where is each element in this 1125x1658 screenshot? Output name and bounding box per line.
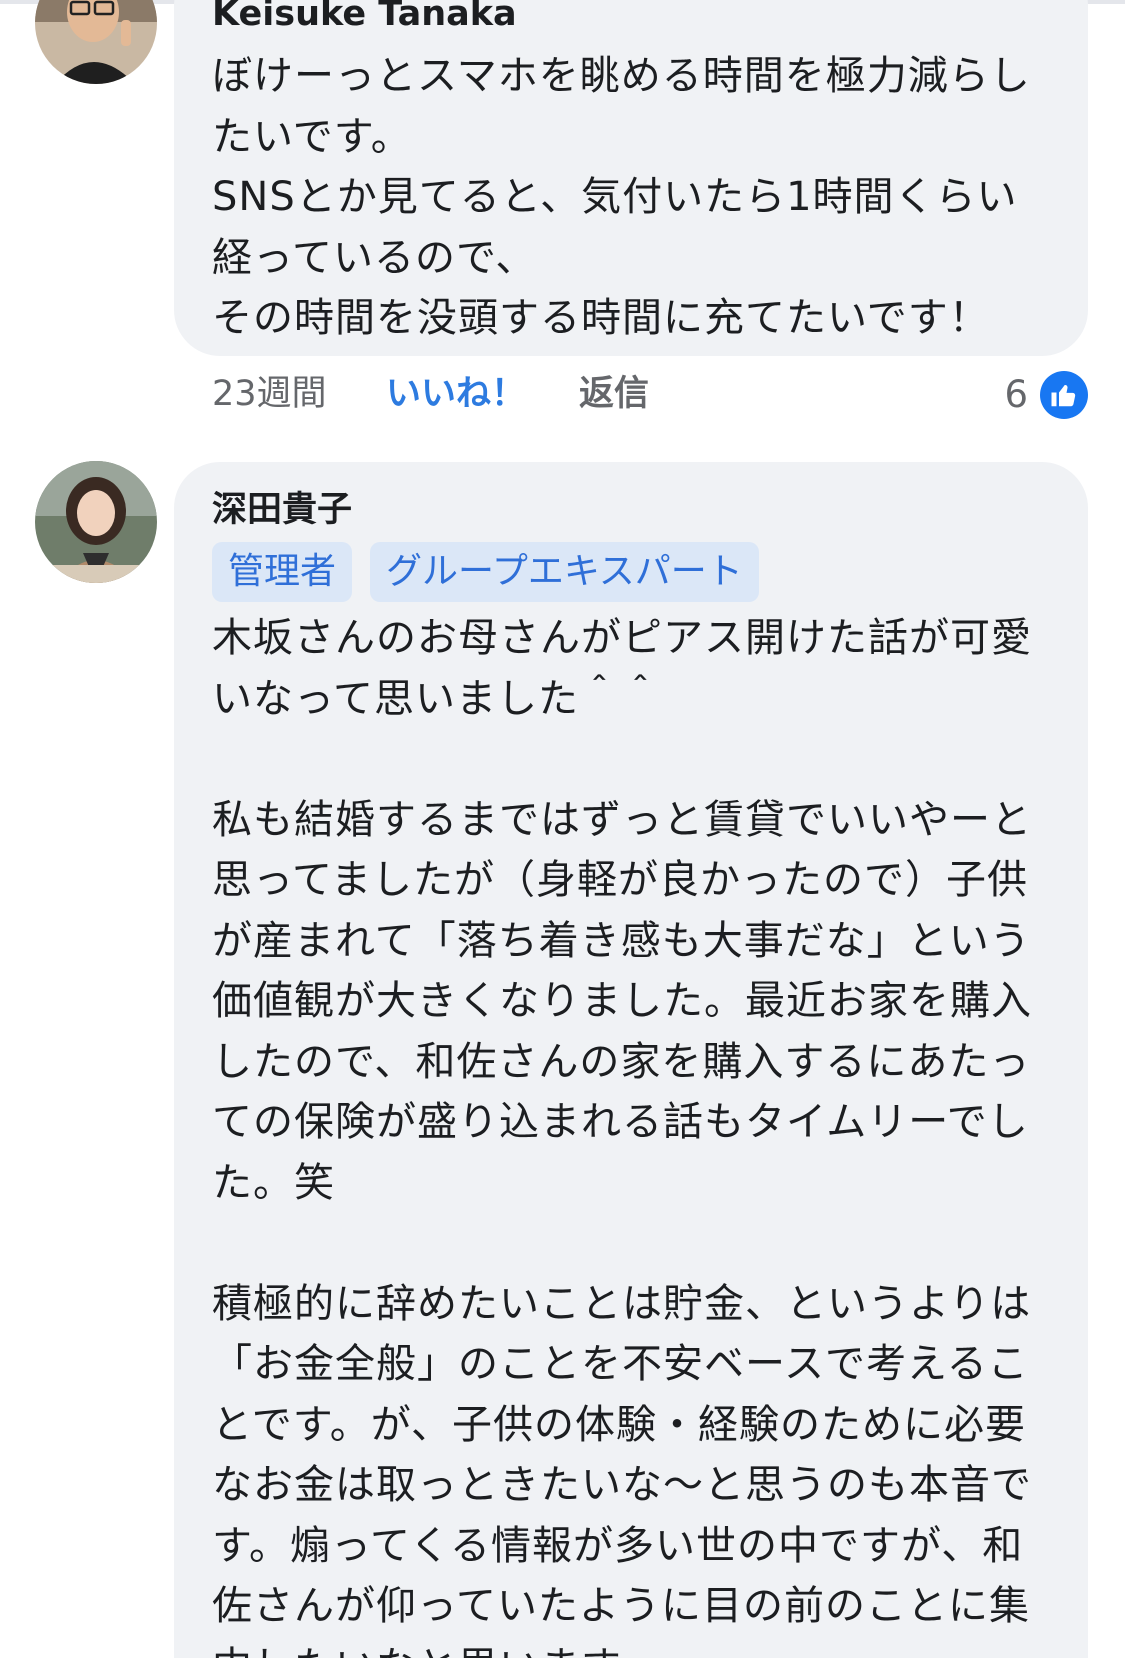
comment-text: ぼけーっとスマホを眺める時間を極力減らしたいです。 SNSとか見てると、気付いた… bbox=[212, 53, 1031, 341]
like-button[interactable]: いいね！ bbox=[386, 362, 526, 426]
author-badges: 管理者 グループエキスパート bbox=[212, 542, 1050, 602]
profile-photo bbox=[35, 461, 157, 583]
comment-actions: 23週間 いいね！ 返信 6 bbox=[212, 362, 1088, 426]
comment-thread: Keisuke Tanaka ぼけーっとスマホを眺める時間を極力減らしたいです。… bbox=[0, 0, 1125, 1658]
admin-badge[interactable]: 管理者 bbox=[212, 542, 353, 602]
comment-text: 木坂さんのお母さんがピアス開けた話が可愛いなって思いました＾＾ 私も結婚するまで… bbox=[212, 615, 1032, 1658]
comment-timestamp[interactable]: 23週間 bbox=[212, 362, 327, 426]
comment-bubble: 深田貴子 管理者 グループエキスパート 木坂さんのお母さんがピアス開けた話が可愛… bbox=[174, 462, 1088, 1658]
reaction-summary[interactable]: 6 bbox=[1004, 370, 1088, 420]
reply-button[interactable]: 返信 bbox=[579, 362, 649, 426]
avatar[interactable] bbox=[35, 461, 157, 583]
thumbs-up-icon bbox=[1040, 371, 1088, 419]
profile-photo bbox=[35, 0, 157, 84]
reaction-count: 6 bbox=[1004, 373, 1028, 416]
group-expert-badge[interactable]: グループエキスパート bbox=[370, 542, 759, 602]
avatar[interactable] bbox=[35, 0, 157, 84]
comment-bubble: Keisuke Tanaka ぼけーっとスマホを眺める時間を極力減らしたいです。… bbox=[174, 0, 1088, 356]
comment-author[interactable]: 深田貴子 bbox=[212, 488, 1050, 532]
comment-author[interactable]: Keisuke Tanaka bbox=[212, 0, 1050, 36]
